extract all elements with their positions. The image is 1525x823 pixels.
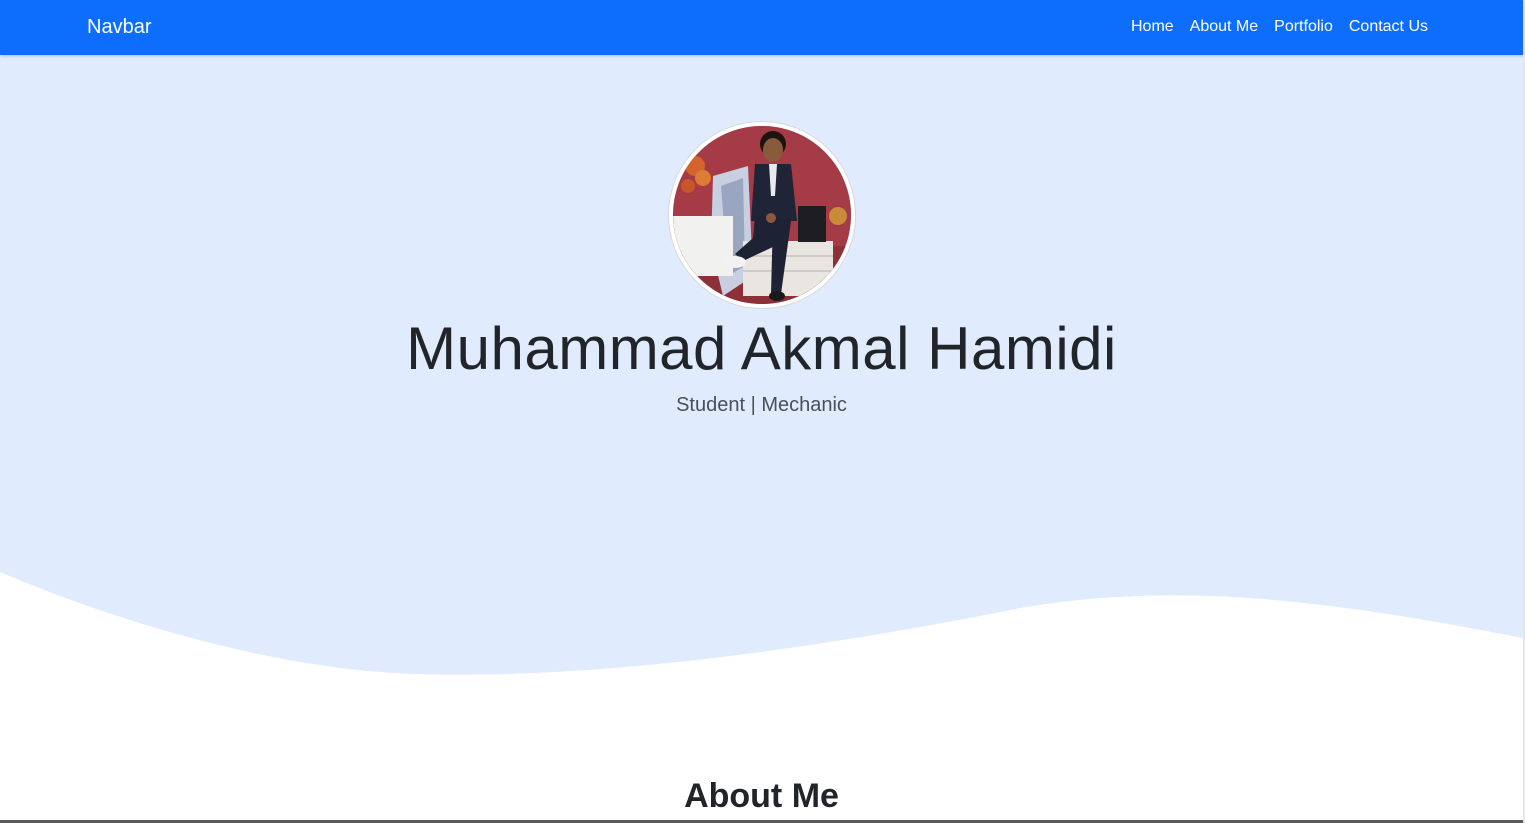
navbar: Navbar Home About Me Portfolio Contact U… <box>0 0 1523 55</box>
about-section-title: About Me <box>684 777 839 815</box>
nav-link-about-me[interactable]: About Me <box>1190 17 1258 37</box>
nav-link-home[interactable]: Home <box>1131 17 1174 37</box>
profile-photo <box>673 126 851 304</box>
hero-name: Muhammad Akmal Hamidi <box>406 315 1117 382</box>
navbar-brand[interactable]: Navbar <box>87 14 151 40</box>
nav-link-portfolio[interactable]: Portfolio <box>1274 17 1333 37</box>
profile-avatar <box>669 122 855 308</box>
hero-subtitle: Student | Mechanic <box>676 394 847 416</box>
hero-wave-divider <box>0 560 1523 700</box>
page: Navbar Home About Me Portfolio Contact U… <box>0 0 1525 823</box>
nav-links: Home About Me Portfolio Contact Us <box>1131 17 1428 37</box>
nav-link-contact-us[interactable]: Contact Us <box>1349 17 1428 37</box>
